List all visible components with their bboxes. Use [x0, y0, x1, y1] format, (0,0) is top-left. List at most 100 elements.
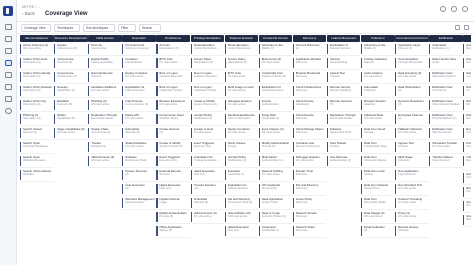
back-button[interactable]: ‹ Back	[22, 11, 35, 16]
technique-cell[interactable]: Boot or Logon Initialization Scripts	[190, 85, 224, 98]
technique-cell[interactable]: Create or Modify System Process (4)	[156, 141, 190, 154]
technique-cell[interactable]: Automated Collection	[361, 85, 395, 98]
technique-cell[interactable]: Hijack Execution Flow (12)	[156, 183, 190, 196]
technique-cell[interactable]: Automated Exfiltration (1)	[429, 43, 463, 56]
technique-cell[interactable]: Taint Shared Content	[326, 141, 361, 154]
technique-cell[interactable]: Transfer Data to Cloud Account	[429, 155, 463, 168]
technique-cell[interactable]: Forge Web Credentials (2)	[258, 113, 293, 126]
tactic-header[interactable]: Reconnaissance	[20, 35, 54, 42]
technique-cell[interactable]: Encrypted Channel (2)	[395, 113, 429, 126]
technique-cell[interactable]: Multi-Factor Authentication Int.	[258, 155, 293, 168]
technique-cell[interactable]: Replication Through Removable Media	[88, 113, 122, 126]
tactic-header[interactable]: Initial Access	[88, 35, 122, 42]
technique-cell[interactable]: Data Manipulation(3)	[463, 85, 471, 98]
technique-cell[interactable]: Exfiltration Over Physical Medium (1)	[429, 113, 463, 126]
technique-cell[interactable]: Search Closed Sources (2)	[20, 127, 54, 140]
technique-cell[interactable]: Network Service Discovery	[292, 211, 327, 224]
technique-cell[interactable]: Browser Bookmark Discovery	[292, 71, 327, 84]
tactic-header[interactable]: Defense Evasion	[224, 35, 259, 42]
technique-cell[interactable]: Data Transfer Size Limits	[429, 57, 463, 70]
technique-cell[interactable]: Abuse Elevation Control Mechanism	[224, 43, 259, 56]
technique-cell[interactable]: Resource Hijacking0/1 rules active	[463, 186, 471, 199]
technique-cell[interactable]: Dynamic Resolution (3)	[395, 99, 429, 112]
technique-cell[interactable]: Search Victim-Owned Websites	[20, 169, 54, 182]
technique-cell[interactable]: Shared Modules 0/1 rules active	[122, 141, 156, 154]
technique-cell[interactable]: Container Administration	[122, 57, 156, 70]
technique-cell[interactable]: Exploitation for Defense Evasion	[224, 183, 259, 196]
technique-cell[interactable]: Network Share Discovery	[292, 225, 327, 238]
technique-cell[interactable]: Process Injection (12)	[190, 183, 224, 196]
technique-cell[interactable]: Exfiltration Over Web Service (2)	[429, 127, 463, 140]
technique-cell[interactable]: Establish Accounts (3)	[54, 99, 88, 112]
technique-cell[interactable]: Cloud Service Discovery	[292, 113, 327, 126]
technique-cell[interactable]: Drive-by Compromise	[88, 43, 122, 56]
tactic-header[interactable]: Discovery	[292, 35, 327, 42]
tactic-header[interactable]: Resource Development	[54, 35, 88, 42]
help-icon[interactable]	[451, 6, 457, 12]
technique-cell[interactable]: Gather Victim Identity Information (3)	[20, 71, 54, 84]
technique-cell[interactable]: OS Credential Dumping (8)	[258, 183, 293, 196]
layers-icon[interactable]	[5, 72, 12, 78]
technique-cell[interactable]: Non-Application Layer Protocol	[395, 169, 429, 182]
technique-cell[interactable]: Implant Internal Image	[156, 197, 190, 210]
technique-cell[interactable]: Forced Authentication	[258, 99, 293, 112]
technique-cell[interactable]: Valid Accounts (4) 0/4 rules active	[88, 155, 122, 168]
technique-cell[interactable]: Unsecured Credentials (7)	[258, 225, 293, 238]
technique-cell[interactable]: Group Policy Discovery	[292, 197, 327, 210]
technique-cell[interactable]: File and Directory Discovery	[292, 183, 327, 196]
technique-cell[interactable]: Audio Capture 0/1 rules active	[361, 71, 395, 84]
technique-cell[interactable]: Remote Service Session Hijacking	[326, 85, 361, 98]
technique-cell[interactable]: Direct Volume Access	[224, 141, 259, 154]
technique-cell[interactable]: Clipboard Data 0/1 rules active	[361, 113, 395, 126]
technique-cell[interactable]: Gather Victim Org Information (4)	[20, 99, 54, 112]
technique-cell[interactable]: User Execution (3)	[122, 183, 156, 196]
technique-cell[interactable]: Proxy (4) 0/4 rules active	[395, 211, 429, 224]
technique-cell[interactable]: Trusted Relationship	[88, 141, 122, 154]
technique-cell[interactable]: Credentials from Password Stores (5)	[258, 71, 293, 84]
technique-cell[interactable]: Event Triggered Execution (16)	[156, 155, 190, 168]
technique-cell[interactable]: Account Manipulation (5)	[156, 43, 190, 56]
view-select[interactable]: Coverage View	[21, 24, 51, 32]
technique-cell[interactable]: Phishing for Information (4)	[20, 113, 54, 126]
tactic-header[interactable]: Credential Access	[258, 35, 293, 42]
technique-cell[interactable]: Execution Guardrails (1)	[224, 169, 259, 182]
technique-cell[interactable]: Network Denialof Service (2)	[463, 172, 471, 185]
technique-cell[interactable]: Command and Scripting Interpreter	[122, 43, 156, 56]
technique-cell[interactable]: Data Encrypted forImpact	[463, 71, 471, 84]
user-icon[interactable]	[5, 108, 12, 114]
technique-cell[interactable]: Scheduled Transfer 0/1 rules active	[429, 141, 463, 154]
notifications-icon[interactable]	[440, 6, 446, 12]
technique-cell[interactable]: Office Application Startup (6)	[156, 225, 190, 238]
technique-cell[interactable]: Scheduled Task/Job (5)	[122, 127, 156, 140]
technique-cell[interactable]: Fallback Channels 0/1 rules active	[395, 127, 429, 140]
technique-cell[interactable]: Boot or Logon Initialization Scripts	[156, 85, 190, 98]
technique-cell[interactable]: Native API 0/1 rules active	[122, 113, 156, 126]
technique-cell[interactable]: External Remote Services	[88, 71, 122, 84]
technique-cell[interactable]: Multi-Stage Channels	[395, 155, 429, 168]
technique-cell[interactable]: Supply Chain Compromise (3)	[88, 127, 122, 140]
technique-cell[interactable]: Stage Capabilities (6) 0/6 rules active	[54, 127, 88, 140]
technique-cell[interactable]: Exfiltration Over Other Network Medium	[429, 99, 463, 112]
tactic-header[interactable]: Execution	[122, 35, 156, 42]
technique-cell[interactable]: Deploy Container 0/1 rules active	[122, 71, 156, 84]
subtechniques-filter[interactable]: Sub-techniques	[83, 24, 115, 32]
user-avatar-icon[interactable]	[462, 6, 468, 12]
breadcrumb[interactable]: MITRE / ...	[22, 4, 41, 9]
technique-cell[interactable]: External Remote Services	[156, 169, 190, 182]
technique-cell[interactable]: Event Triggered Execution (16)	[190, 141, 224, 154]
technique-cell[interactable]: System Shutdown/Reboot	[463, 214, 471, 227]
technique-cell[interactable]: Escape to Host 0/1 rules active	[190, 127, 224, 140]
technique-cell[interactable]: Build Image on Host 0/1 rules active	[224, 85, 259, 98]
technique-cell[interactable]: Data Encoding (2) 0/2 rules active	[395, 71, 429, 84]
technique-cell[interactable]: Non-Standard Port 0/1 rules active	[395, 183, 429, 196]
techniques-filter[interactable]: Techniques	[54, 24, 80, 32]
technique-cell[interactable]: Access Token Manipulation (5)	[190, 57, 224, 70]
technique-cell[interactable]: Cloud Storage Object Discovery	[292, 127, 327, 140]
technique-cell[interactable]: Container and Resource Discovery	[292, 141, 327, 154]
technique-cell[interactable]: Deobfuscate/Decode Files or Information	[224, 113, 259, 126]
technique-cell[interactable]: Defacement (2)0/2 rules active	[463, 99, 471, 112]
technique-cell[interactable]: Windows Management Instrumentation	[122, 197, 156, 210]
technique-cell[interactable]: Communication Through Removable	[395, 57, 429, 70]
technique-cell[interactable]: Phishing (3) 0/3 rules active	[88, 99, 122, 112]
technique-cell[interactable]: Ingress Tool Transfer	[395, 141, 429, 154]
